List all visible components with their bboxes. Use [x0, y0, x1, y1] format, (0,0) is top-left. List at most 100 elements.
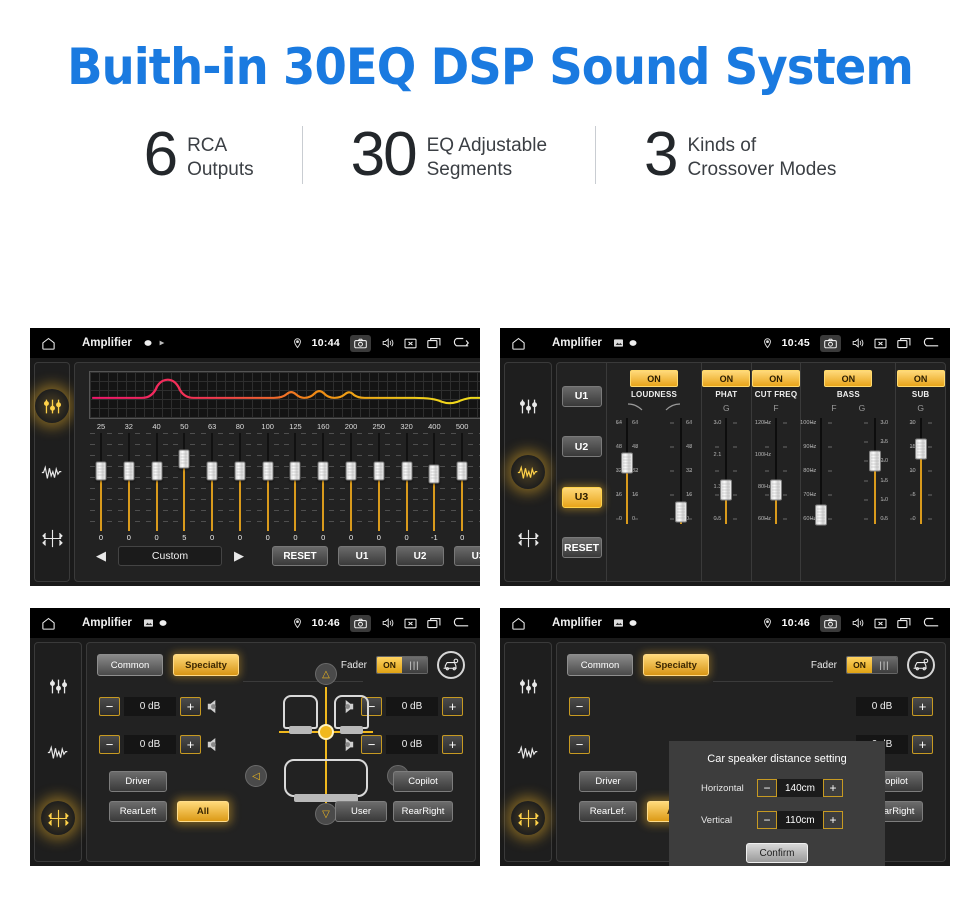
- tone-slider-thumb[interactable]: [621, 452, 633, 474]
- waveform-icon[interactable]: [511, 735, 545, 769]
- preset-u1-button[interactable]: U1: [561, 385, 602, 407]
- camera-icon[interactable]: [820, 334, 841, 352]
- close-box-icon[interactable]: [404, 338, 417, 349]
- eq-fader[interactable]: 0: [145, 433, 169, 542]
- zone-rearright-button[interactable]: RearRight: [393, 801, 453, 822]
- tab-specialty[interactable]: Specialty: [173, 654, 239, 676]
- home-icon[interactable]: [511, 616, 526, 631]
- balance-fader-icon[interactable]: [35, 521, 69, 555]
- eq-fader-track[interactable]: [228, 433, 251, 531]
- vertical-minus-button[interactable]: −: [757, 811, 777, 829]
- eq-fader[interactable]: 0: [117, 433, 141, 542]
- eq-fader[interactable]: -1: [478, 433, 480, 542]
- volume-icon[interactable]: [381, 337, 394, 349]
- recent-apps-icon[interactable]: [427, 337, 441, 349]
- gain-minus-button[interactable]: −: [569, 697, 590, 716]
- tab-specialty[interactable]: Specialty: [643, 654, 709, 676]
- zone-rearleft-button[interactable]: RearLeft: [109, 801, 167, 822]
- horizontal-plus-button[interactable]: +: [823, 779, 843, 797]
- back-icon[interactable]: [921, 617, 939, 629]
- eq-fader-thumb[interactable]: [373, 461, 385, 481]
- eq-fader-thumb[interactable]: [428, 464, 440, 484]
- recent-apps-icon[interactable]: [427, 617, 441, 629]
- home-icon[interactable]: [41, 336, 56, 351]
- camera-icon[interactable]: [350, 334, 371, 352]
- nav-down-button[interactable]: ▽: [315, 803, 337, 825]
- zone-copilot-button[interactable]: Copilot: [393, 771, 453, 792]
- eq-fader-thumb[interactable]: [234, 461, 246, 481]
- waveform-icon[interactable]: [35, 455, 69, 489]
- tone-slider[interactable]: 644832160: [661, 415, 701, 527]
- eq-fader[interactable]: 0: [256, 433, 280, 542]
- nav-left-button[interactable]: ◁: [245, 765, 267, 787]
- preset-u3-button[interactable]: U3: [561, 486, 602, 508]
- preset-next-button[interactable]: ▶: [227, 548, 251, 564]
- waveform-icon[interactable]: [511, 455, 545, 489]
- eq-fader-track[interactable]: [478, 433, 480, 531]
- eq-fader-track[interactable]: [90, 433, 112, 531]
- eq-fader-thumb[interactable]: [317, 461, 329, 481]
- seat-driver[interactable]: [283, 695, 318, 734]
- tone-on-button[interactable]: ON: [896, 370, 945, 387]
- eq-fader-track[interactable]: [117, 433, 140, 531]
- vertical-plus-button[interactable]: +: [823, 811, 843, 829]
- seat-diagram[interactable]: [279, 687, 373, 807]
- recent-apps-icon[interactable]: [897, 617, 911, 629]
- back-icon[interactable]: [921, 337, 939, 349]
- zone-driver-button[interactable]: Driver: [579, 771, 637, 792]
- eq-fader[interactable]: 5: [172, 433, 196, 542]
- gain-plus-button[interactable]: +: [912, 735, 933, 754]
- zone-driver-button[interactable]: Driver: [109, 771, 167, 792]
- preset-u1-button[interactable]: U1: [338, 546, 386, 566]
- zone-user-button[interactable]: User: [335, 801, 387, 822]
- balance-fader-icon[interactable]: [511, 521, 545, 555]
- tone-on-button[interactable]: ON: [752, 370, 800, 387]
- eq-fader[interactable]: -1: [422, 433, 446, 542]
- preset-name-display[interactable]: Custom: [118, 546, 222, 566]
- eq-fader-track[interactable]: [256, 433, 279, 531]
- tone-slider-thumb[interactable]: [869, 450, 882, 472]
- eq-fader-track[interactable]: [367, 433, 390, 531]
- eq-fader-track[interactable]: [145, 433, 168, 531]
- gain-minus-button[interactable]: −: [99, 735, 120, 754]
- eq-fader-thumb[interactable]: [151, 461, 163, 481]
- recent-apps-icon[interactable]: [897, 337, 911, 349]
- eq-fader[interactable]: 0: [395, 433, 419, 542]
- preset-u3-button[interactable]: U3: [454, 546, 480, 566]
- eq-fader[interactable]: 0: [339, 433, 363, 542]
- eq-fader-thumb[interactable]: [401, 461, 413, 481]
- gain-plus-button[interactable]: +: [180, 735, 201, 754]
- equalizer-sliders-icon[interactable]: [511, 389, 545, 423]
- gain-minus-button[interactable]: −: [99, 697, 120, 716]
- tone-on-button[interactable]: ON: [630, 370, 678, 387]
- tone-slider-thumb[interactable]: [720, 479, 733, 501]
- eq-fader-thumb[interactable]: [289, 461, 301, 481]
- eq-fader-track[interactable]: [173, 433, 196, 531]
- preset-u2-button[interactable]: U2: [396, 546, 444, 566]
- equalizer-sliders-icon[interactable]: [511, 669, 545, 703]
- volume-icon[interactable]: [381, 617, 394, 629]
- waveform-icon[interactable]: [41, 735, 75, 769]
- fader-toggle[interactable]: ON |||: [846, 656, 898, 674]
- eq-fader-thumb[interactable]: [95, 461, 107, 481]
- eq-fader-thumb[interactable]: [345, 461, 357, 481]
- volume-icon[interactable]: [851, 337, 864, 349]
- preset-u2-button[interactable]: U2: [561, 436, 602, 458]
- zone-all-button[interactable]: All: [177, 801, 229, 822]
- fader-toggle[interactable]: ON |||: [376, 656, 428, 674]
- seat-rear-bench[interactable]: [284, 759, 368, 802]
- eq-fader[interactable]: 0: [200, 433, 224, 542]
- camera-icon[interactable]: [820, 614, 841, 632]
- eq-fader[interactable]: 0: [283, 433, 307, 542]
- gain-plus-button[interactable]: +: [912, 697, 933, 716]
- volume-icon[interactable]: [851, 617, 864, 629]
- eq-fader[interactable]: 0: [450, 433, 474, 542]
- eq-fader-track[interactable]: [451, 433, 474, 531]
- eq-fader-track[interactable]: [395, 433, 418, 531]
- tab-common[interactable]: Common: [97, 654, 163, 676]
- tone-slider-thumb[interactable]: [675, 501, 687, 523]
- car-settings-icon[interactable]: [907, 651, 935, 679]
- eq-fader-track[interactable]: [284, 433, 307, 531]
- balance-fader-icon[interactable]: [511, 801, 545, 835]
- home-icon[interactable]: [511, 336, 526, 351]
